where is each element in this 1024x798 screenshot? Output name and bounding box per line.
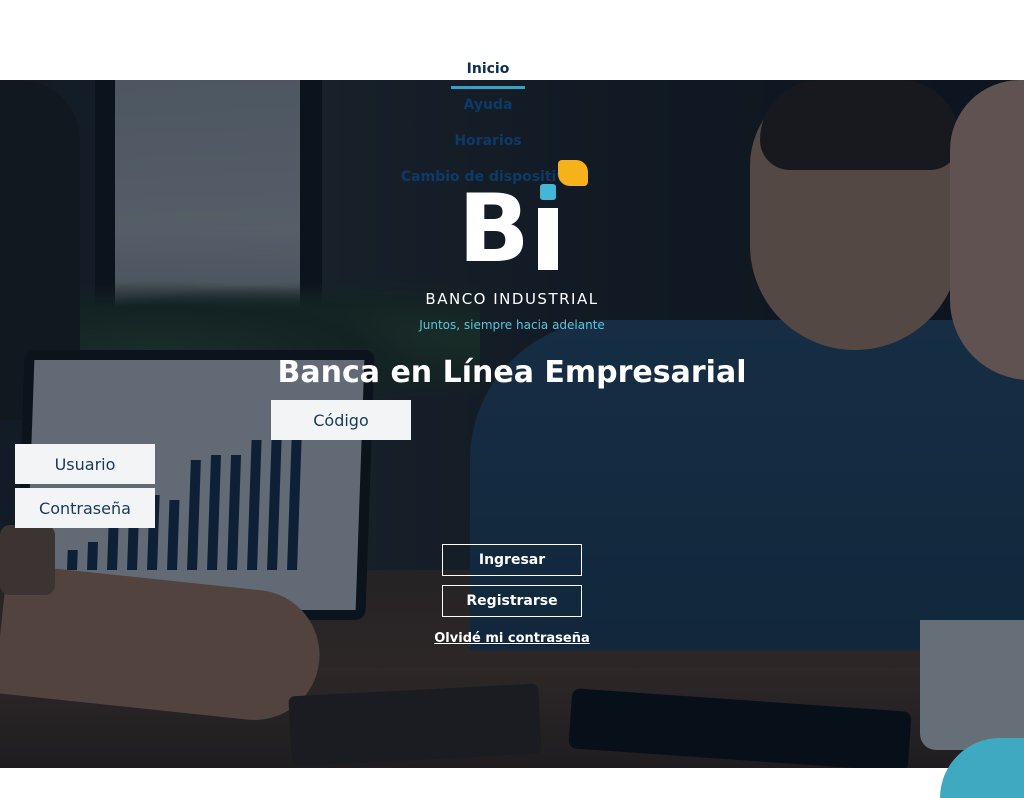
page-title: Banca en Línea Empresarial — [277, 355, 747, 390]
logo-blue-dot — [540, 184, 556, 200]
nav-item-horarios[interactable]: Horarios — [0, 133, 976, 149]
bank-name: BANCO INDUSTRIAL — [425, 290, 599, 308]
usuario-input[interactable]: Usuario — [15, 444, 155, 484]
registrarse-button[interactable]: Registrarse — [442, 585, 582, 617]
contrasena-input[interactable]: Contraseña — [15, 488, 155, 528]
logo-letter-i — [538, 208, 558, 270]
logo-yellow-mark — [558, 160, 588, 186]
bank-tagline: Juntos, siempre hacia adelante — [419, 318, 605, 332]
forgot-password-link[interactable]: Olvidé mi contraseña — [434, 631, 590, 646]
ingresar-button[interactable]: Ingresar — [442, 544, 582, 576]
nav-active-indicator — [451, 86, 525, 89]
forgot-password-container: Olvidé mi contraseña — [0, 627, 1024, 646]
nav-item-ayuda[interactable]: Ayuda — [0, 97, 976, 113]
codigo-input[interactable]: Código — [271, 400, 411, 440]
nav-item-inicio[interactable]: Inicio — [0, 61, 976, 77]
bank-logo: B BANCO INDUSTRIAL Juntos, siempre hacia… — [402, 158, 622, 338]
logo-letter-b: B — [458, 175, 530, 284]
